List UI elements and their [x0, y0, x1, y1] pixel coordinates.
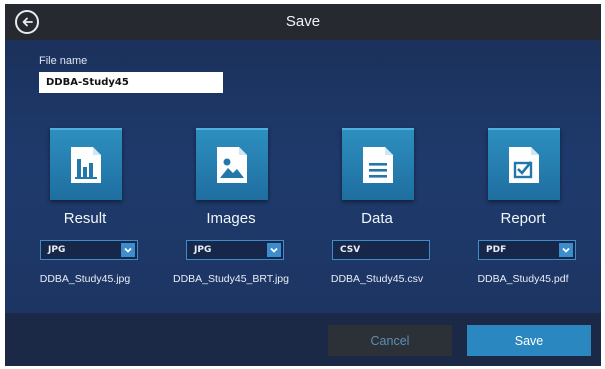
save-button[interactable]: Save: [467, 325, 591, 356]
data-format-field[interactable]: CSV: [332, 240, 430, 260]
result-format-select[interactable]: JPG: [40, 240, 138, 260]
data-label: Data: [361, 210, 393, 227]
report-tile-button[interactable]: [488, 128, 560, 200]
report-format-select[interactable]: PDF: [478, 240, 576, 260]
report-format-value: PDF: [486, 245, 507, 255]
save-dialog: Save File name Result JPG: [5, 4, 601, 366]
report-filename: DDBA_Study45.pdf: [477, 273, 569, 285]
images-tile-button[interactable]: [196, 128, 268, 200]
data-tile-button[interactable]: [342, 128, 414, 200]
chevron-down-icon: [267, 243, 281, 257]
result-format-value: JPG: [48, 245, 66, 255]
result-label: Result: [63, 210, 107, 227]
text-document-icon: [363, 147, 393, 183]
chevron-down-icon: [559, 243, 573, 257]
back-button[interactable]: [15, 10, 39, 34]
back-arrow-icon: [22, 17, 33, 27]
images-label: Images: [206, 210, 256, 227]
chevron-down-icon: [121, 243, 135, 257]
result-filename: DDBA_Study45.jpg: [39, 273, 131, 285]
report-label: Report: [500, 210, 546, 227]
title-bar: Save: [5, 4, 601, 40]
images-format-select[interactable]: JPG: [186, 240, 284, 260]
cancel-button[interactable]: Cancel: [328, 325, 452, 356]
result-tile-button[interactable]: [50, 128, 122, 200]
images-format-value: JPG: [194, 245, 212, 255]
bar-chart-document-icon: [71, 147, 101, 183]
data-format-value: CSV: [340, 245, 361, 255]
file-name-label: File name: [39, 55, 88, 67]
button-bar: Cancel Save: [5, 313, 601, 366]
file-name-input[interactable]: [39, 72, 223, 93]
dialog-title: Save: [285, 13, 321, 30]
data-filename: DDBA_Study45.csv: [330, 273, 424, 285]
image-document-icon: [217, 147, 247, 183]
checklist-document-icon: [509, 147, 539, 183]
images-filename: DDBA_Study45_BRT.jpg: [173, 273, 289, 285]
